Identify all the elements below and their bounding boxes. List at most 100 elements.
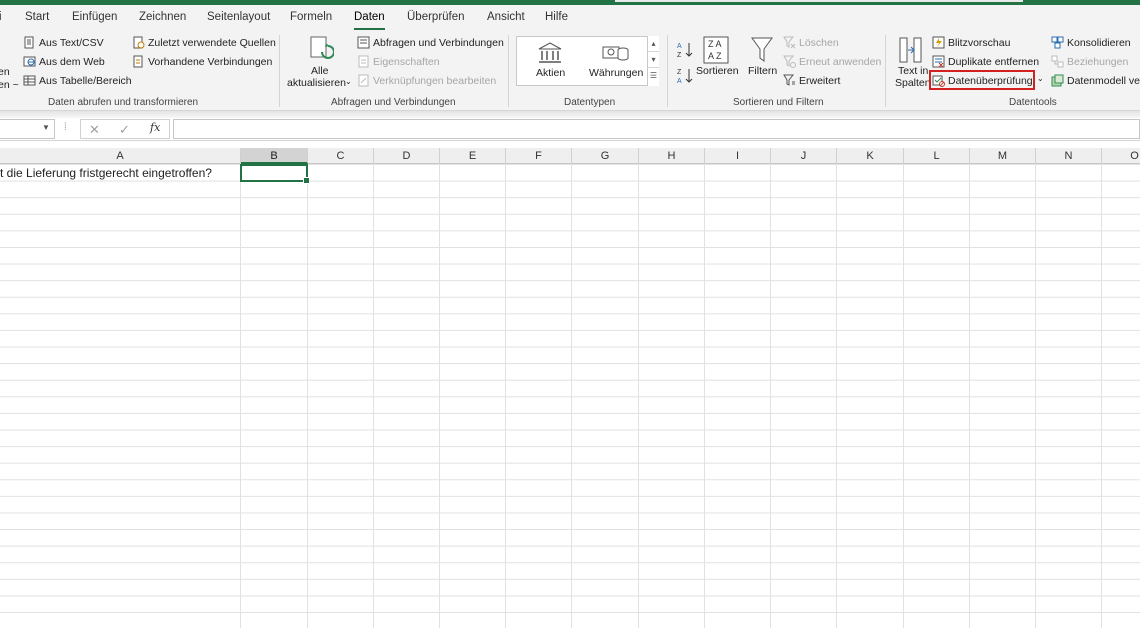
- confirm-icon[interactable]: ✓: [119, 122, 130, 138]
- column-header-o[interactable]: O: [1102, 148, 1140, 164]
- get-data-label-cut[interactable]: en: [0, 66, 10, 78]
- text-in-label[interactable]: Text in: [898, 65, 928, 77]
- sortieren-label[interactable]: Sortieren: [696, 65, 739, 77]
- cell-a1[interactable]: t die Lieferung fristgerecht eingetroffe…: [0, 165, 212, 181]
- waehrungen-label[interactable]: Währungen: [589, 67, 643, 79]
- get-data-label-cut-2[interactable]: en ~: [0, 79, 19, 91]
- tab-formeln[interactable]: Formeln: [290, 11, 332, 23]
- aus-dem-web-label: Aus dem Web: [39, 55, 105, 68]
- column-header-l[interactable]: L: [904, 148, 970, 164]
- queries-icon: [357, 36, 370, 49]
- abfragen-verbindungen-label: Abfragen und Verbindungen: [373, 36, 504, 49]
- duplikate-entfernen-label: Duplikate entfernen: [948, 55, 1040, 68]
- aus-tabelle-label: Aus Tabelle/Bereich: [39, 74, 132, 87]
- svg-text:Z: Z: [677, 69, 682, 76]
- column-header-k[interactable]: K: [837, 148, 904, 164]
- gallery-down-icon[interactable]: ▾: [648, 52, 659, 68]
- verknuepfungen-button[interactable]: Verknüpfungen bearbeiten: [357, 72, 496, 89]
- tab-ueberpruefen[interactable]: Überprüfen: [407, 11, 465, 23]
- eigenschaften-label: Eigenschaften: [373, 55, 440, 68]
- column-header-c[interactable]: C: [308, 148, 374, 164]
- gallery-up-icon[interactable]: ▴: [648, 36, 659, 52]
- datenmodell-button[interactable]: Datenmodell verw: [1051, 72, 1140, 89]
- column-header-i[interactable]: I: [705, 148, 771, 164]
- gallery-more-icon[interactable]: ☰: [648, 68, 659, 84]
- erweitert-button[interactable]: Erweitert: [783, 72, 840, 89]
- beziehungen-button[interactable]: Beziehungen: [1051, 53, 1128, 70]
- gallery-scroll[interactable]: ▴ ▾ ☰: [647, 36, 659, 86]
- erneut-anwenden-button[interactable]: Erneut anwenden: [783, 53, 881, 70]
- tab-seitenlayout[interactable]: Seitenlayout: [207, 11, 270, 23]
- column-header-a[interactable]: A: [0, 148, 241, 164]
- gridline: [240, 164, 241, 628]
- gridline: [836, 164, 837, 628]
- highlight-datenueberpruefung: [929, 70, 1035, 90]
- table-icon: [23, 74, 36, 87]
- tab-daten[interactable]: Daten: [354, 11, 385, 30]
- aus-text-csv-button[interactable]: Aus Text/CSV: [23, 34, 104, 51]
- column-header-g[interactable]: G: [572, 148, 639, 164]
- column-header-m[interactable]: M: [970, 148, 1036, 164]
- gridline: [307, 164, 308, 628]
- tab-einfuegen[interactable]: Einfügen: [72, 11, 117, 23]
- text-to-columns-icon[interactable]: [897, 36, 925, 64]
- selected-cell-b1[interactable]: [240, 164, 310, 184]
- column-header-n[interactable]: N: [1036, 148, 1102, 164]
- konsolidieren-button[interactable]: Konsolidieren: [1051, 34, 1131, 51]
- ribbon-shadow: [0, 111, 1140, 118]
- sort-dialog-icon[interactable]: Z A A Z: [703, 36, 729, 64]
- tab-hilfe[interactable]: Hilfe: [545, 11, 568, 23]
- aktualisieren-dropdown-icon[interactable]: ⌄: [345, 77, 352, 86]
- aus-tabelle-button[interactable]: Aus Tabelle/Bereich: [23, 72, 132, 89]
- formula-bar-splitter-icon[interactable]: ⁞: [64, 122, 67, 133]
- erneut-anwenden-label: Erneut anwenden: [799, 55, 882, 68]
- web-icon: [23, 55, 36, 68]
- svg-text:Z: Z: [677, 52, 682, 59]
- svg-text:A: A: [677, 78, 682, 85]
- aktualisieren-label[interactable]: aktualisieren: [287, 77, 346, 89]
- column-header-f[interactable]: F: [506, 148, 572, 164]
- spalten-label[interactable]: Spalten: [895, 77, 931, 89]
- tab-ansicht[interactable]: Ansicht: [487, 11, 525, 23]
- column-header-d[interactable]: D: [374, 148, 440, 164]
- konsolidieren-label: Konsolidieren: [1067, 36, 1131, 49]
- aus-text-csv-label: Aus Text/CSV: [39, 36, 104, 49]
- cancel-icon[interactable]: ✕: [89, 122, 100, 138]
- aktien-label[interactable]: Aktien: [536, 67, 565, 79]
- column-header-h[interactable]: H: [639, 148, 705, 164]
- properties-icon: [357, 55, 370, 68]
- column-header-j[interactable]: J: [771, 148, 837, 164]
- datenueberpruefung-dropdown-icon[interactable]: ⌄: [1037, 74, 1044, 83]
- sort-asc-icon[interactable]: AZ: [677, 41, 693, 59]
- gridline: [505, 164, 506, 628]
- insert-function-icon[interactable]: fx: [150, 121, 160, 134]
- recent-sources-icon: [132, 36, 145, 49]
- abfragen-verbindungen-button[interactable]: Abfragen und Verbindungen: [357, 34, 504, 51]
- alle-label[interactable]: Alle: [311, 65, 329, 77]
- clear-filter-icon: [783, 36, 796, 49]
- column-header-b[interactable]: B: [241, 148, 308, 164]
- gridline: [704, 164, 705, 628]
- formula-input[interactable]: [173, 119, 1140, 139]
- loeschen-button[interactable]: Löschen: [783, 34, 839, 51]
- blitzvorschau-button[interactable]: Blitzvorschau: [932, 34, 1010, 51]
- column-header-e[interactable]: E: [440, 148, 506, 164]
- duplikate-entfernen-button[interactable]: Duplikate entfernen: [932, 53, 1039, 70]
- name-box-dropdown-icon[interactable]: ▼: [42, 123, 50, 132]
- eigenschaften-button[interactable]: Eigenschaften: [357, 53, 440, 70]
- tab-start[interactable]: Start: [25, 11, 49, 23]
- vorhandene-verbindungen-button[interactable]: Vorhandene Verbindungen: [132, 53, 272, 70]
- filtern-label[interactable]: Filtern: [748, 65, 777, 77]
- verknuepfungen-label: Verknüpfungen bearbeiten: [373, 74, 497, 87]
- sort-desc-icon[interactable]: ZA: [677, 67, 693, 85]
- tab-zeichnen[interactable]: Zeichnen: [139, 11, 186, 23]
- filter-icon[interactable]: [750, 36, 774, 64]
- tab-partial[interactable]: i: [0, 11, 2, 23]
- gridline: [571, 164, 572, 628]
- currency-icon[interactable]: [601, 42, 629, 64]
- svg-text:Z A: Z A: [708, 39, 722, 49]
- gridline: [373, 164, 374, 628]
- aus-dem-web-button[interactable]: Aus dem Web: [23, 53, 105, 70]
- bank-icon[interactable]: [537, 42, 563, 64]
- zuletzt-quellen-button[interactable]: Zuletzt verwendete Quellen: [132, 34, 276, 51]
